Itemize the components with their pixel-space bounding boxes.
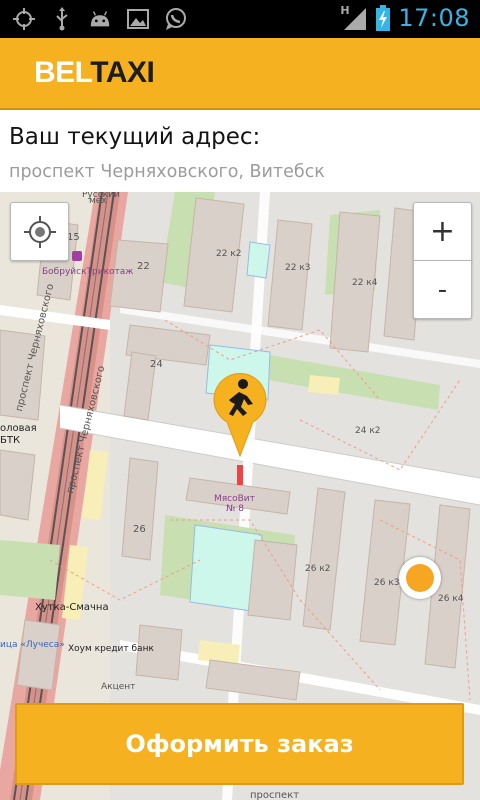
status-bar: H 17:08 bbox=[0, 0, 480, 38]
clock: 17:08 bbox=[398, 4, 470, 32]
building-number: 26 bbox=[133, 524, 146, 535]
brand-bel: BEL bbox=[34, 56, 91, 89]
shop-icon bbox=[72, 251, 82, 261]
building-number: 22 к2 bbox=[216, 249, 242, 259]
building-number: 22 к4 bbox=[352, 278, 378, 288]
status-icons-right: H 17:08 bbox=[340, 4, 470, 32]
brand-taxi: TAXI bbox=[90, 56, 155, 89]
locate-me-button[interactable] bbox=[10, 202, 69, 261]
order-button[interactable]: Оформить заказ bbox=[15, 703, 464, 785]
gps-icon bbox=[12, 7, 36, 31]
map-label: мех bbox=[89, 196, 107, 206]
zoom-out-button[interactable]: - bbox=[413, 260, 472, 319]
address-value: проспект Черняховского, Витебск bbox=[9, 162, 325, 182]
poi-label: БобруйскТрикотаж bbox=[42, 267, 134, 277]
address-title: Ваш текущий адрес: bbox=[9, 124, 261, 150]
poi-label: МясоВит bbox=[214, 494, 255, 504]
street-label: проспект bbox=[250, 790, 300, 800]
app-bar: BELTAXI bbox=[0, 38, 480, 110]
signal-icon: H bbox=[340, 4, 368, 32]
user-location-icon bbox=[399, 557, 441, 599]
poi-label: Акцент bbox=[101, 682, 136, 692]
android-icon bbox=[88, 7, 112, 31]
poi-label: № 8 bbox=[226, 504, 244, 514]
zoom-in-button[interactable]: + bbox=[413, 202, 472, 261]
target-icon bbox=[23, 215, 56, 248]
usb-icon bbox=[50, 7, 74, 31]
poi-label: Хутка-Смачна bbox=[35, 602, 109, 613]
poi-label: Хоум кредит банк bbox=[68, 644, 154, 654]
battery-icon bbox=[376, 5, 391, 31]
brand-logo: BELTAXI bbox=[34, 56, 155, 90]
poi-label: оловая bbox=[0, 423, 37, 434]
building-number: 26 к4 bbox=[438, 594, 464, 604]
status-icons-left bbox=[12, 7, 188, 31]
building-number: 26 к3 bbox=[374, 578, 400, 588]
building-number: 24 bbox=[150, 359, 163, 370]
poi-label: БТК bbox=[0, 435, 21, 446]
building-number: 24 к2 bbox=[355, 426, 381, 436]
current-address-panel: Ваш текущий адрес: проспект Черняховског… bbox=[0, 110, 480, 192]
image-icon bbox=[126, 7, 150, 31]
poi-label: ица «Лучеса» bbox=[0, 640, 65, 650]
whatsapp-icon bbox=[164, 7, 188, 31]
building-number: 22 bbox=[137, 261, 150, 272]
taxi-pin-icon[interactable] bbox=[213, 372, 267, 458]
building-number: 26 к2 bbox=[305, 564, 331, 574]
building-number: 22 к3 bbox=[285, 263, 311, 273]
